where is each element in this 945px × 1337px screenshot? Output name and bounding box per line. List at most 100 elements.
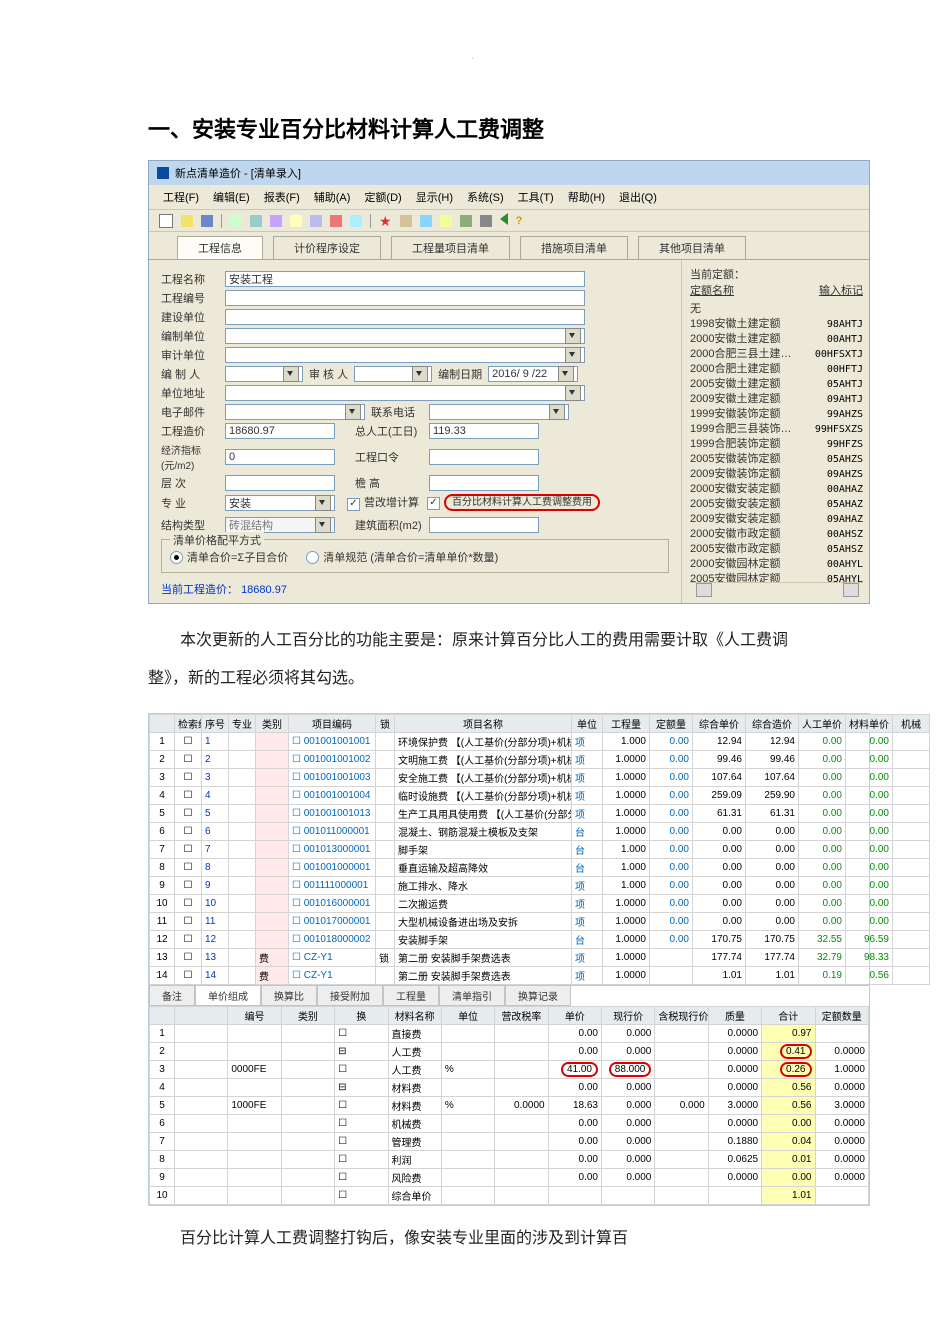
scrollbar[interactable] [690,582,863,597]
select-structure-type[interactable]: 砖混结构 [225,517,335,533]
table-row[interactable]: 6☐机械费0.000.0000.00000.000.0000 [150,1114,869,1132]
table-row[interactable]: 4⊟材料费0.000.0000.00000.560.0000 [150,1078,869,1096]
main-grid[interactable]: 检索缩序号专业类别项目编码锁项目名称单位工程量定额量综合单价综合造价人工单价材料… [149,714,930,985]
col-header[interactable]: 编号 [228,1006,281,1024]
quota-col-name[interactable]: 定额名称 [690,282,734,298]
quota-row[interactable]: 无 [690,302,863,317]
col-header[interactable]: 项目名称 [395,714,572,732]
col-header[interactable]: 工程量 [603,714,650,732]
table-row[interactable]: 10☐10☐ 001016000001二次搬运费项1.00000.000.000… [150,894,930,912]
menu-quota[interactable]: 定额(D) [364,189,401,205]
save-icon[interactable] [201,215,213,227]
input-floors[interactable] [225,475,335,491]
quota-row[interactable]: 1998安徽土建定额98AHTJ [690,317,863,332]
main-tabs[interactable]: 工程信息 计价程序设定 工程量项目清单 措施项目清单 其他项目清单 [149,232,869,260]
col-header[interactable]: 机械 [893,714,930,732]
select-address[interactable] [225,385,585,401]
input-econ-index[interactable]: 0 [225,449,335,465]
col-header[interactable]: 人工单价 [799,714,846,732]
col-header[interactable]: 材料单价 [846,714,893,732]
table-row[interactable]: 14☐14费☐ CZ-Y1第二册 安装脚手架费选表项1.00001.011.01… [150,966,930,984]
menu-report[interactable]: 报表(F) [264,189,300,205]
col-header[interactable]: 综合造价 [746,714,799,732]
quota-row[interactable]: 2009安徽土建定额09AHTJ [690,392,863,407]
undo-icon[interactable] [290,215,302,227]
chevron-down-icon[interactable] [315,517,331,533]
menu-help[interactable]: 帮助(H) [568,189,605,205]
quota-row[interactable]: 2000安徽园林定额00AHYL [690,557,863,572]
table-row[interactable]: 12☐12☐ 001018000002安装脚手架台1.00000.00170.7… [150,930,930,948]
input-project-name[interactable]: 安装工程 [225,271,585,287]
menubar[interactable]: 工程(F) 编辑(E) 报表(F) 辅助(A) 定额(D) 显示(H) 系统(S… [149,185,869,209]
chevron-down-icon[interactable] [412,366,428,382]
input-construction-unit[interactable] [225,309,585,325]
date-compile-date[interactable]: 2016/ 9 /22 [488,366,578,382]
table-row[interactable]: 2⊟人工费0.000.0000.00000.410.0000 [150,1042,869,1060]
redo-icon[interactable] [310,215,322,227]
quota-row[interactable]: 2000安徽安装定额00AHAZ [690,482,863,497]
open-icon[interactable] [181,215,193,227]
col-header[interactable]: 专业 [229,714,256,732]
tab-pricing-program[interactable]: 计价程序设定 [273,236,381,259]
quota-row[interactable]: 1999安徽装饰定额99AHZS [690,407,863,422]
col-header[interactable]: 现行价 [602,1006,655,1024]
select-compiler[interactable] [225,366,303,382]
input-password[interactable] [429,449,539,465]
table-row[interactable]: 7☐7☐ 001013000001脚手架台1.0000.000.000.000.… [150,840,930,858]
subtab[interactable]: 接受附加 [317,986,383,1006]
input-eaves-height[interactable] [429,475,539,491]
input-project-no[interactable] [225,290,585,306]
menu-edit[interactable]: 编辑(E) [213,189,250,205]
table-row[interactable]: 8☐利润0.000.0000.06250.010.0000 [150,1150,869,1168]
select-email[interactable] [225,404,365,420]
paste-icon[interactable] [230,215,242,227]
col-header[interactable]: 项目编码 [289,714,376,732]
table-row[interactable]: 2☐2☐ 001001001002文明施工费 【(人工基价(分部分项)+机械…项… [150,750,930,768]
star-icon[interactable]: ★ [379,215,392,227]
grid-icon[interactable] [480,215,492,227]
quota-row[interactable]: 1999合肥三县装饰…99HFSXZS [690,422,863,437]
select-specialty[interactable]: 安装 [225,495,335,511]
col-header[interactable] [175,1006,228,1024]
col-header[interactable]: 类别 [256,714,289,732]
checkbox-percent-labor[interactable]: ✓ [427,497,440,510]
view-icon[interactable] [420,215,432,227]
subtab[interactable]: 换算记录 [505,986,571,1006]
col-header[interactable]: 检索缩 [175,714,202,732]
table-row[interactable]: 9☐风险费0.000.0000.00000.000.0000 [150,1168,869,1186]
col-header[interactable]: 合计 [762,1006,815,1024]
select-audit-unit[interactable] [225,347,585,363]
tab-boq-items[interactable]: 工程量项目清单 [391,236,510,259]
table-row[interactable]: 51000FE☐材料费%0.000018.630.0000.0003.00000… [150,1096,869,1114]
checkbox-vat[interactable]: ✓ [347,498,360,511]
help-icon[interactable]: ? [516,215,523,227]
book-icon[interactable] [400,215,412,227]
col-header[interactable]: 序号 [202,714,229,732]
table-row[interactable]: 7☐管理费0.000.0000.18800.040.0000 [150,1132,869,1150]
menu-exit[interactable]: 退出(Q) [619,189,657,205]
subtab[interactable]: 备注 [149,986,195,1006]
table-row[interactable]: 8☐8☐ 001001000001垂直运输及超高降效台1.0000.000.00… [150,858,930,876]
scroll-left-icon[interactable] [696,583,712,597]
radio-standard[interactable] [306,551,319,564]
table-row[interactable]: 13☐13费☐ CZ-Y1锁第二册 安装脚手架费选表项1.0000177.741… [150,948,930,966]
subtab[interactable]: 换算比 [261,986,317,1006]
quota-row[interactable]: 2000合肥土建定额00HFTJ [690,362,863,377]
table-row[interactable]: 3☐3☐ 001001001003安全施工费 【(人工基价(分部分项)+机械…项… [150,768,930,786]
tab-other-items[interactable]: 其他项目清单 [638,236,746,259]
menu-tools[interactable]: 工具(T) [518,189,554,205]
chevron-down-icon[interactable] [565,385,581,401]
quota-row[interactable]: 2000安徽市政定额00AHSZ [690,527,863,542]
col-header[interactable]: 单位 [572,714,603,732]
new-icon[interactable] [159,214,173,228]
input-total-price[interactable]: 18680.97 [225,423,335,439]
chevron-down-icon[interactable] [315,495,331,511]
chevron-down-icon[interactable] [283,366,299,382]
col-header[interactable]: 质量 [708,1006,761,1024]
table-row[interactable]: 5☐5☐ 001001001013生产工具用具使用费 【(人工基价(分部分…项1… [150,804,930,822]
subtab[interactable]: 工程量 [383,986,439,1006]
subtab[interactable]: 清单指引 [439,986,505,1006]
quota-row[interactable]: 2005安徽市政定额05AHSZ [690,542,863,557]
quota-col-code[interactable]: 输入标记 [819,282,863,298]
quota-list[interactable]: 无1998安徽土建定额98AHTJ2000安徽土建定额00AHTJ2000合肥三… [690,302,863,582]
